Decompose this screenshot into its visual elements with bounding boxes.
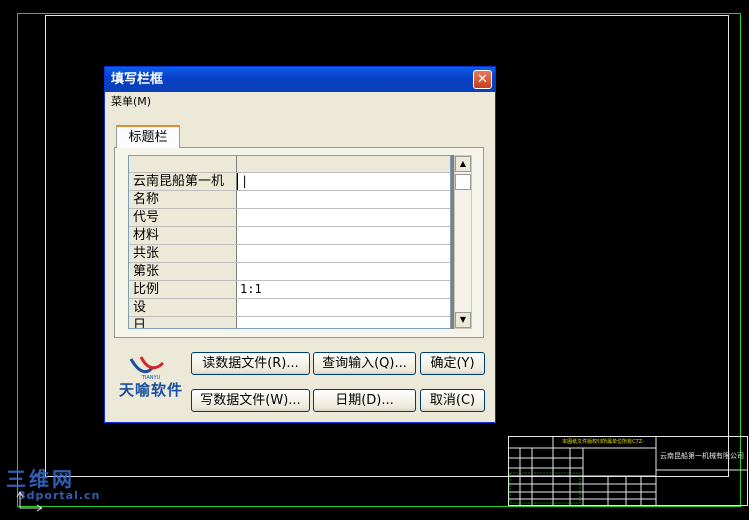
table-row[interactable]: 比例 1:1 [129,281,450,299]
row-label: 材料 [129,227,237,244]
menubar: 菜单(M) [105,92,495,112]
cancel-button[interactable]: 取消(C) [420,389,485,412]
row-label: 名称 [129,191,237,208]
row-label: 云南昆船第一机 [129,173,237,190]
title-grid[interactable]: 云南昆船第一机 | 名称 代号 材料 共张 第张 比例 1:1 设 日 [128,155,451,329]
vertical-scrollbar[interactable]: ▲ ▼ [454,155,472,329]
row-value-input[interactable] [237,209,450,226]
table-row[interactable]: 代号 [129,209,450,227]
grid-header-row [129,156,450,173]
table-row[interactable]: 云南昆船第一机 | [129,173,450,191]
title-block-company: 云南昆船第一机械有限公司 [660,452,744,460]
watermark-title: 三维网 [6,467,75,491]
row-label: 比例 [129,281,237,298]
scroll-up-icon[interactable]: ▲ [455,156,471,172]
dialog-title: 填写栏框 [111,72,164,87]
title-block-grid [508,436,748,506]
logo-text: 天喻软件 [118,381,183,399]
close-button[interactable]: ✕ [473,70,492,89]
title-block [508,436,748,506]
table-row[interactable]: 材料 [129,227,450,245]
row-label: 设 [129,299,237,316]
query-input-button[interactable]: 查询输入(Q)... [313,352,416,375]
tab-panel: 云南昆船第一机 | 名称 代号 材料 共张 第张 比例 1:1 设 日 ▲ ▼ [114,147,484,338]
close-icon: ✕ [477,72,488,87]
row-label: 第张 [129,263,237,280]
table-row[interactable]: 共张 [129,245,450,263]
date-button[interactable]: 日期(D)... [313,389,416,412]
row-value-input[interactable]: 1:1 [237,281,450,298]
scroll-thumb[interactable] [455,174,471,190]
dialog-titlebar[interactable]: 填写栏框 ✕ [105,67,495,92]
row-value-input[interactable] [237,299,450,316]
table-row[interactable]: 日 [129,317,450,328]
table-row[interactable]: 名称 [129,191,450,209]
title-block-header-text: 本图纸文件版权归所属单位所有CTZ- [562,439,644,445]
grid-header-value [237,156,450,172]
read-data-file-button[interactable]: 读数据文件(R)... [191,352,310,375]
ucs-axis-icon [16,491,43,512]
fill-frame-dialog: 填写栏框 ✕ 菜单(M) 标题栏 云南昆船第一机 | 名称 代号 材料 共张 第… [104,66,496,423]
table-row[interactable]: 第张 [129,263,450,281]
row-value-input[interactable] [237,227,450,244]
tab-title-bar[interactable]: 标题栏 [116,125,180,148]
row-value-input[interactable] [237,245,450,262]
grid-header-label [129,156,237,172]
row-label: 日 [129,317,237,328]
write-data-file-button[interactable]: 写数据文件(W)... [191,389,310,412]
row-label: 代号 [129,209,237,226]
row-value-input[interactable]: | [237,173,450,190]
tianyu-logo: TIANYU 天喻软件 [113,355,189,405]
row-value-input[interactable] [237,263,450,280]
menu-item-menu[interactable]: 菜单(M) [111,95,151,108]
scroll-down-icon[interactable]: ▼ [455,312,471,328]
row-label: 共张 [129,245,237,262]
ok-button[interactable]: 确定(Y) [420,352,485,375]
row-value-input[interactable] [237,191,450,208]
logo-swoosh-icon [129,356,165,374]
row-value-input[interactable] [237,317,450,328]
table-row[interactable]: 设 [129,299,450,317]
